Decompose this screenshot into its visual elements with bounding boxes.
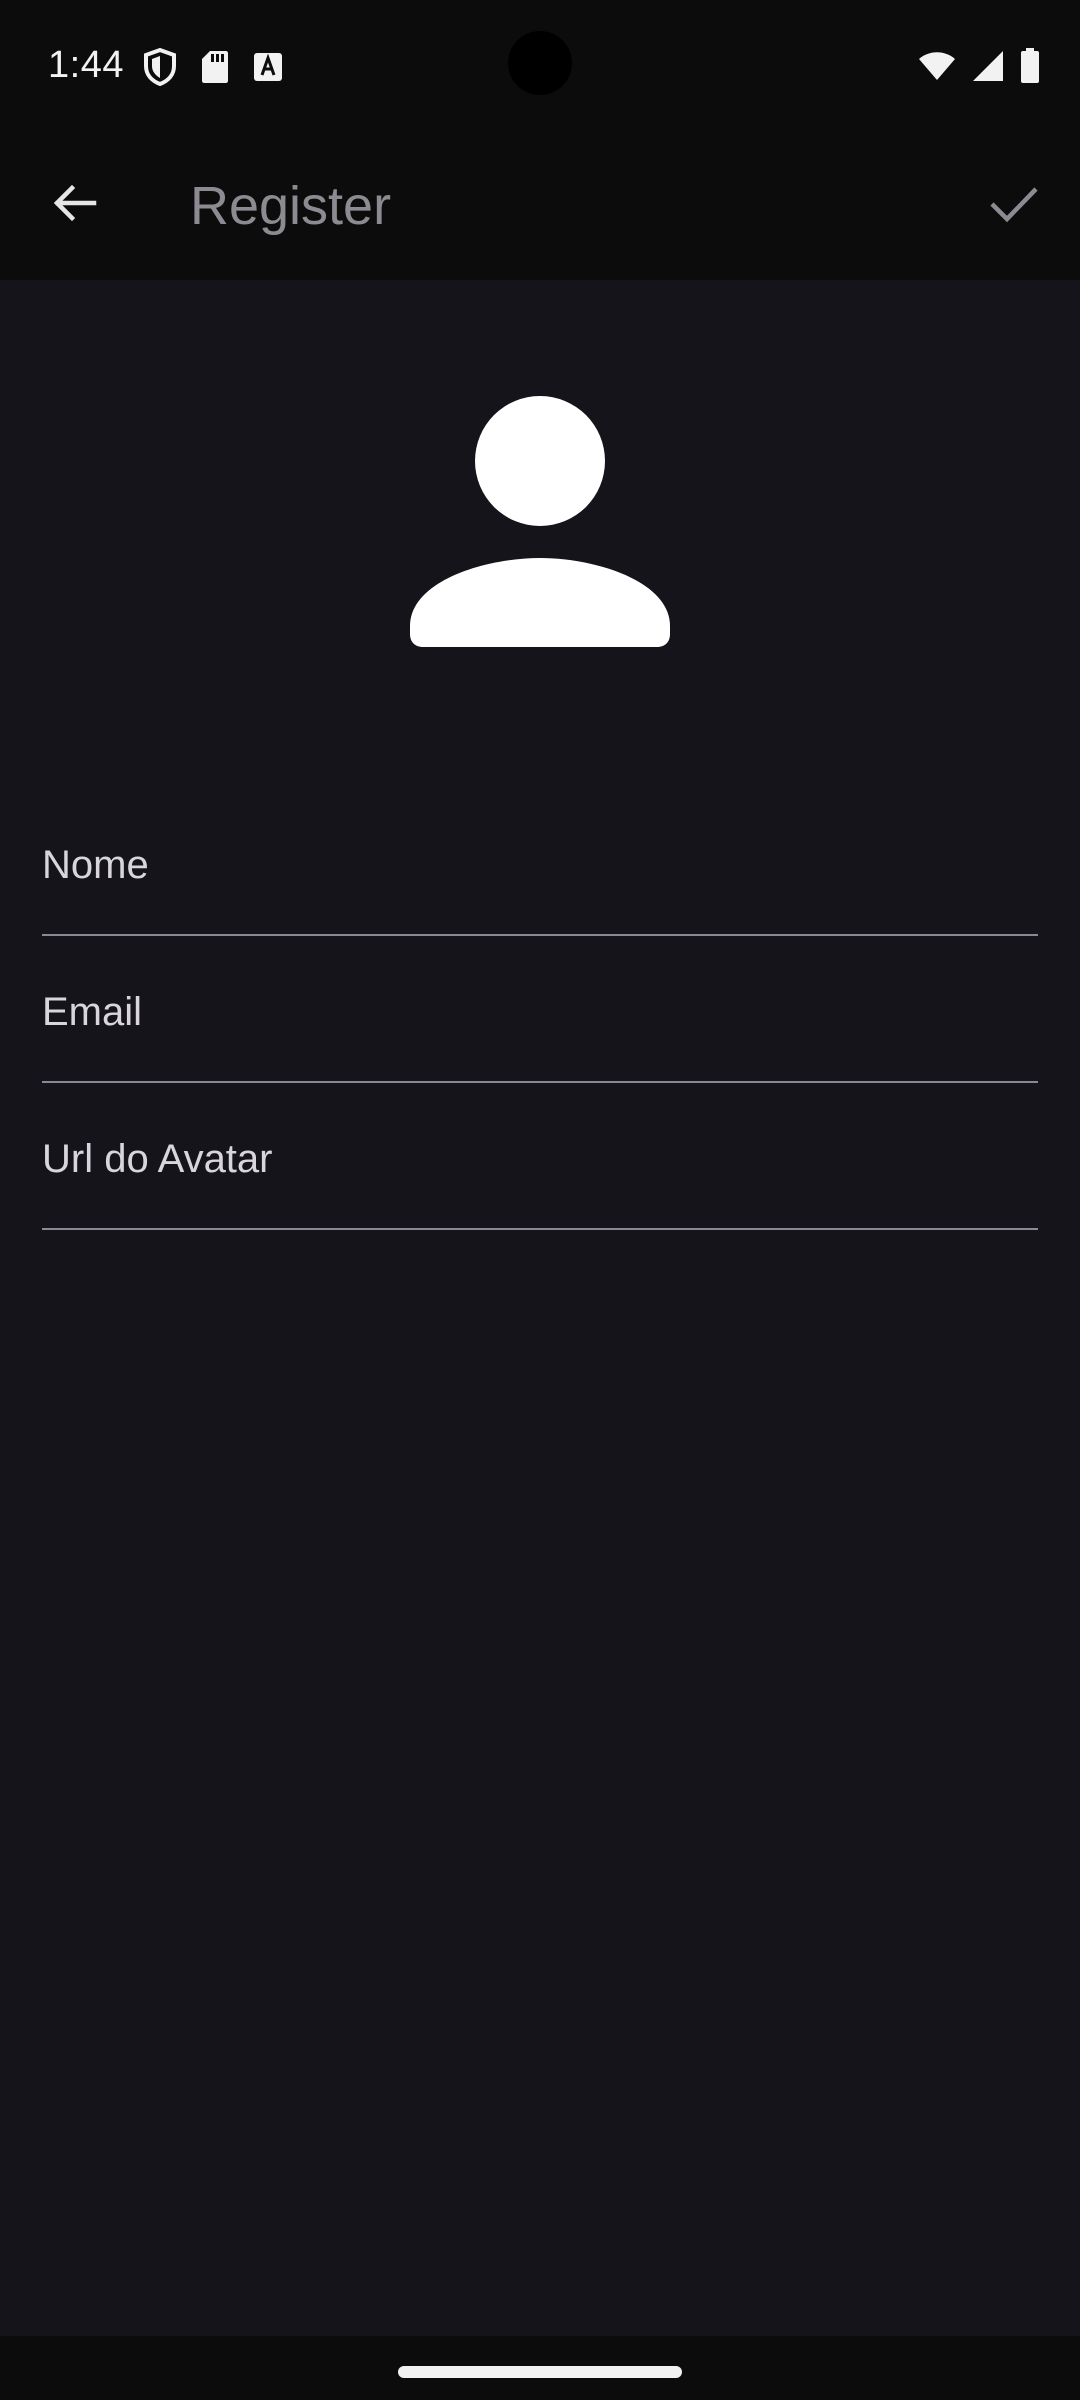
sd-card-icon [201,50,229,84]
check-icon [988,177,1040,234]
navigation-bar [0,2336,1080,2400]
camera-cutout [508,31,572,95]
back-button[interactable] [32,163,116,247]
shield-icon [143,48,177,86]
status-icons-left [143,48,283,86]
status-icons-right [918,48,1040,84]
avatar-url-field[interactable]: Url do Avatar [42,1084,1038,1230]
wifi-icon [918,51,956,81]
name-input[interactable] [42,790,1038,934]
app-bar: Register [0,130,1080,280]
home-gesture-handle[interactable] [398,2366,682,2378]
avatar [395,378,685,668]
page-title: Register [190,176,392,236]
name-field[interactable]: Nome [42,790,1038,936]
person-icon [405,386,675,661]
avatar-url-input[interactable] [42,1084,1038,1228]
status-bar: 1:44 [0,0,1080,130]
signal-icon [972,50,1004,82]
arrow-back-icon [50,179,98,232]
register-screen: 1:44 Register Nome Email Url do Avatar [0,0,1080,2400]
battery-icon [1020,48,1040,84]
status-time: 1:44 [48,44,124,86]
confirm-button[interactable] [972,163,1056,247]
email-field[interactable]: Email [42,937,1038,1083]
text-a-icon [253,52,283,82]
email-input[interactable] [42,937,1038,1081]
